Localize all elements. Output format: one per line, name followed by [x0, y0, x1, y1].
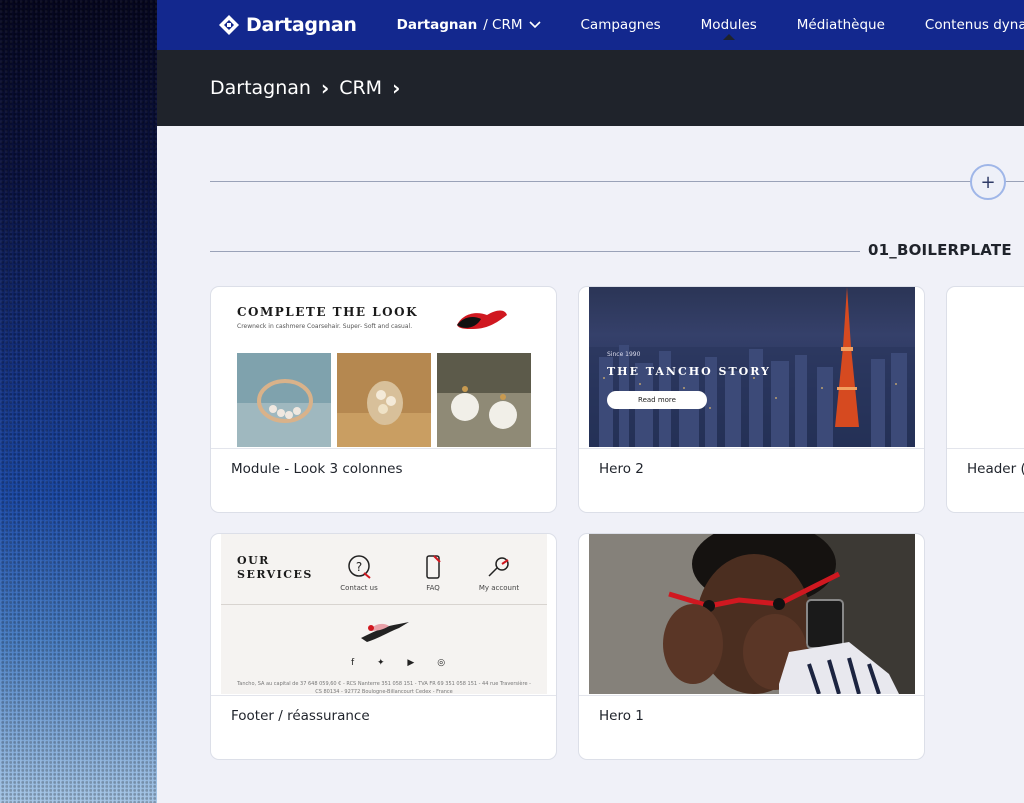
- chevron-down-icon: [528, 21, 541, 29]
- module-thumbnail: OUR SERVICES ? Contact us FAQ My account…: [221, 534, 547, 694]
- module-name: Header (: [967, 461, 1024, 477]
- divider: [210, 181, 1024, 182]
- module-thumbnail: [957, 287, 1024, 447]
- nav-label: Modules: [700, 17, 757, 33]
- nav-label: Médiathèque: [796, 17, 885, 33]
- portrait-image: [589, 534, 915, 694]
- background-gradient: [0, 0, 157, 803]
- divider: [947, 448, 1024, 449]
- module-thumbnail: [589, 534, 915, 694]
- preview-button: Read more: [607, 391, 707, 409]
- module-name: Module - Look 3 colonnes: [231, 461, 403, 477]
- add-section-button[interactable]: +: [970, 164, 1006, 200]
- nav-label: Contenus dynamiques: [924, 17, 1024, 33]
- module-card[interactable]: Header (: [946, 286, 1024, 513]
- nav-campagnes[interactable]: Campagnes: [581, 17, 661, 33]
- section-header: 01_BOILERPLATE: [210, 238, 1024, 282]
- brush-stroke-icon: [457, 310, 507, 329]
- module-name: Footer / réassurance: [231, 708, 370, 724]
- main-content: + 01_BOILERPLATE: [157, 126, 1024, 282]
- breadcrumb-item-dartagnan[interactable]: Dartagnan: [210, 77, 311, 99]
- nav-mediatheque[interactable]: Médiathèque: [797, 17, 885, 33]
- chevron-right-icon: ›: [392, 76, 401, 100]
- ring-image: [237, 353, 331, 447]
- workspace-name: Dartagnan: [396, 17, 478, 33]
- preview-title: COMPLETE THE LOOK: [237, 305, 419, 319]
- divider: [221, 604, 547, 605]
- divider: [579, 448, 924, 449]
- divider: [210, 251, 860, 252]
- module-name: Hero 2: [599, 461, 644, 477]
- module-card[interactable]: COMPLETE THE LOOK Crewneck in cashmere C…: [210, 286, 557, 513]
- preview-title: OUR SERVICES: [237, 554, 313, 581]
- dartagnan-logo-icon: [219, 15, 239, 35]
- chevron-right-icon: ›: [320, 76, 330, 100]
- module-name: Hero 1: [599, 708, 644, 724]
- module-card[interactable]: Hero 1: [578, 533, 925, 760]
- brand-logo[interactable]: Dartagnan: [219, 14, 357, 36]
- top-navbar: Dartagnan Dartagnan / CRM Campagnes Modu…: [157, 0, 1024, 50]
- social-icons: f ✦ ▶ ◎: [351, 658, 456, 668]
- faq-item: FAQ: [403, 554, 463, 592]
- preview-icon-label: FAQ: [426, 584, 440, 592]
- brand-name: Dartagnan: [246, 14, 357, 36]
- contact-item: ? Contact us: [329, 554, 389, 592]
- active-caret: [722, 34, 735, 40]
- module-card[interactable]: OUR SERVICES ? Contact us FAQ My account…: [210, 533, 557, 760]
- divider: [211, 695, 556, 696]
- preview-icon-label: Contact us: [340, 584, 378, 592]
- breadcrumb-item-crm[interactable]: CRM: [339, 77, 382, 99]
- app-window: Dartagnan Dartagnan / CRM Campagnes Modu…: [157, 0, 1024, 803]
- nav-contenus-dynamiques[interactable]: Contenus dynamiques: [925, 17, 1024, 33]
- preview-title: THE TANCHO STORY: [607, 365, 771, 378]
- preview-subtitle: Crewneck in cashmere Coarsehair. Super- …: [237, 323, 413, 330]
- section-title[interactable]: 01_BOILERPLATE: [868, 241, 1012, 259]
- add-section-row: +: [210, 126, 1024, 238]
- module-thumbnail: COMPLETE THE LOOK Crewneck in cashmere C…: [221, 287, 547, 447]
- module-card[interactable]: Since 1990 THE TANCHO STORY Read more He…: [578, 286, 925, 513]
- module-thumbnail: Since 1990 THE TANCHO STORY Read more: [589, 287, 915, 447]
- divider: [211, 448, 556, 449]
- ring-gold-image: [337, 353, 431, 447]
- preview-legal-text: Tancho, SA au capital de 37 648 059,60 €…: [237, 681, 531, 694]
- phone-icon: [403, 554, 463, 580]
- preview-icon-label: My account: [478, 584, 520, 592]
- plus-icon: +: [980, 171, 996, 193]
- workspace-selector[interactable]: Dartagnan / CRM: [397, 17, 541, 33]
- crane-logo-icon: [361, 622, 409, 642]
- earrings-image: [437, 353, 531, 447]
- key-icon: [469, 554, 529, 580]
- preview-eyebrow: Since 1990: [607, 351, 641, 358]
- nav-label: Campagnes: [580, 17, 661, 33]
- divider: [579, 695, 924, 696]
- nav-modules[interactable]: Modules: [700, 17, 757, 40]
- chat-question-icon: ?: [329, 554, 389, 580]
- workspace-sub: / CRM: [483, 17, 523, 33]
- svg-text:?: ?: [356, 560, 362, 574]
- breadcrumb: Dartagnan › CRM ›: [157, 50, 1024, 126]
- account-item: My account: [469, 554, 529, 592]
